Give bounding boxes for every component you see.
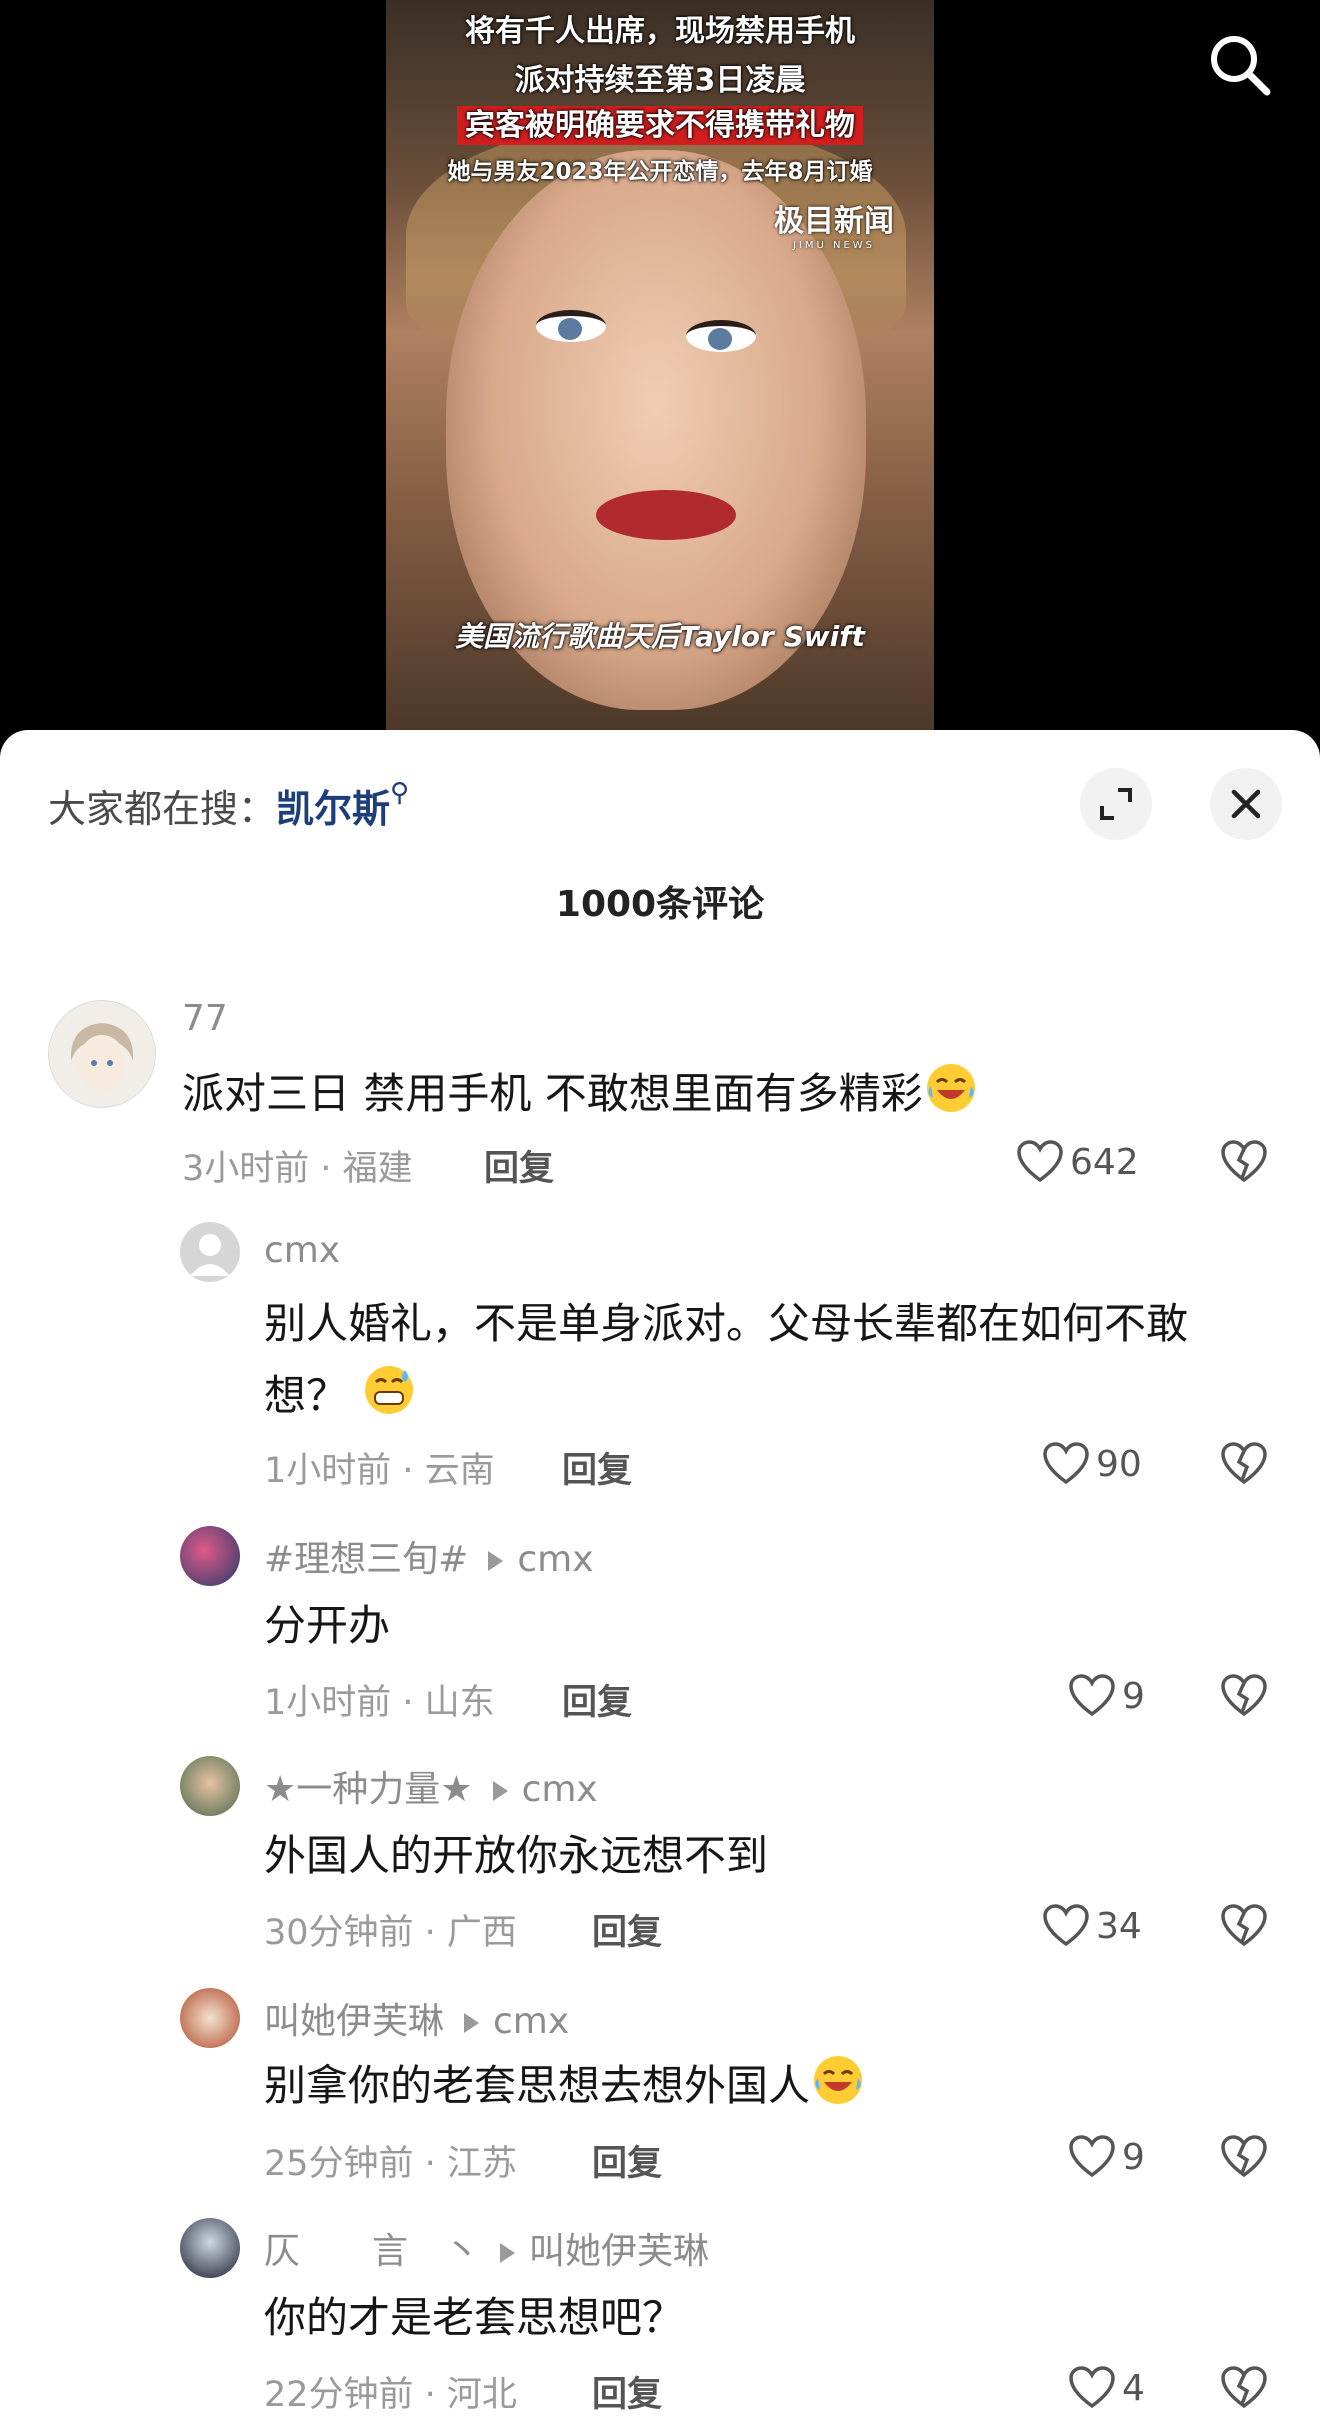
like-button[interactable]: 34 xyxy=(1042,1902,1142,1950)
comment-time-location: 30分钟前 · 广西 xyxy=(264,1913,517,1953)
avatar[interactable] xyxy=(180,1222,240,1282)
comment-text: 分开办 xyxy=(264,1601,391,1650)
close-icon xyxy=(1231,789,1261,819)
heart-icon xyxy=(1043,1904,1089,1947)
comment-sheet: 大家都在搜：凯尔斯⚲ 1000条评论 77 派对三日 禁用手机 不敢想里面有多精… xyxy=(0,730,1320,2433)
video-image-eye xyxy=(536,310,606,342)
expand-icon xyxy=(1100,788,1132,820)
video-image-lips xyxy=(596,490,736,540)
comment-time-location: 1小时前 · 山东 xyxy=(264,1683,495,1723)
comment-count-title: 1000条评论 xyxy=(555,884,765,925)
broken-heart-icon[interactable] xyxy=(1220,1442,1268,1486)
comment-time-location: 3小时前 · 福建 xyxy=(182,1149,413,1189)
like-button[interactable]: 9 xyxy=(1068,2133,1145,2181)
broken-heart-icon[interactable] xyxy=(1220,1904,1268,1948)
avatar[interactable] xyxy=(180,1988,240,2048)
comment-text: 别人婚礼，不是单身派对。父母长辈都在如何不敢想？ xyxy=(264,1288,1254,1432)
avatar[interactable] xyxy=(180,1756,240,1816)
reply-arrow-icon xyxy=(464,2013,480,2033)
reply-to-username[interactable]: cmx xyxy=(517,1539,593,1580)
comment-text: 你的才是老套思想吧？ xyxy=(264,2293,685,2342)
comment-username[interactable]: ★一种力量★ xyxy=(264,1769,473,1810)
comment-time-location: 22分钟前 · 河北 xyxy=(264,2375,517,2415)
default-avatar-icon xyxy=(190,1234,230,1276)
video-overlay-line: 派对持续至第3日凌晨 xyxy=(514,63,806,98)
comment-text-content: 别拿你的老套思想去想外国人 xyxy=(264,2061,811,2110)
like-count: 4 xyxy=(1122,2367,1145,2409)
comment-text: 外国人的开放你永远想不到 xyxy=(264,1831,769,1880)
comment-username[interactable]: 叫她伊芙琳 xyxy=(264,2001,444,2042)
reply-button[interactable]: 回复 xyxy=(562,1674,632,1725)
comment-username[interactable]: #理想三旬# xyxy=(264,1539,468,1580)
like-count: 9 xyxy=(1122,2136,1145,2178)
hot-search-bar[interactable]: 大家都在搜：凯尔斯⚲ xyxy=(48,778,409,833)
laugh-cry-emoji xyxy=(926,1064,975,1112)
avatar[interactable] xyxy=(48,1000,156,1108)
comment-time-location: 25分钟前 · 江苏 xyxy=(264,2144,517,2184)
comment-username[interactable]: 仄 言 丶 xyxy=(264,2231,480,2272)
reply-button[interactable]: 回复 xyxy=(562,1442,632,1493)
comment-username-line: 叫她伊芙琳 cmx xyxy=(264,1992,569,2044)
close-button[interactable] xyxy=(1210,768,1282,840)
video-frame[interactable]: 将有千人出席，现场禁用手机 派对持续至第3日凌晨 宾客被明确要求不得携带礼物 她… xyxy=(386,0,934,740)
broken-heart-icon[interactable] xyxy=(1220,1140,1268,1184)
broken-heart-icon[interactable] xyxy=(1220,2135,1268,2179)
reply-arrow-icon xyxy=(488,1551,504,1571)
video-caption: 美国流行歌曲天后Taylor Swift xyxy=(455,620,865,653)
search-icon[interactable] xyxy=(1205,30,1275,100)
like-button[interactable]: 4 xyxy=(1068,2364,1145,2412)
reply-to-username[interactable]: 叫她伊芙琳 xyxy=(529,2231,709,2272)
reply-button[interactable]: 回复 xyxy=(484,1140,554,1191)
heart-icon xyxy=(1069,2135,1115,2178)
comment-username-line: #理想三旬# cmx xyxy=(264,1530,594,1582)
watermark-text: 极目新闻 xyxy=(774,204,894,239)
video-overlay-highlight: 宾客被明确要求不得携带礼物 xyxy=(457,106,863,145)
video-player[interactable]: 将有千人出席，现场禁用手机 派对持续至第3日凌晨 宾客被明确要求不得携带礼物 她… xyxy=(0,0,1320,740)
laugh-cry-emoji xyxy=(814,2056,863,2104)
hot-search-prefix: 大家都在搜： xyxy=(48,787,277,831)
expand-button[interactable] xyxy=(1080,768,1152,840)
video-image-eye xyxy=(686,320,756,352)
avatar[interactable] xyxy=(180,1526,240,1586)
broken-heart-icon[interactable] xyxy=(1220,1674,1268,1718)
reply-button[interactable]: 回复 xyxy=(592,2135,662,2186)
reply-to-username[interactable]: cmx xyxy=(522,1769,598,1810)
comment-username-line: 仄 言 丶 叫她伊芙琳 xyxy=(264,2222,709,2274)
comment-username-line: ★一种力量★ cmx xyxy=(264,1760,598,1812)
heart-icon xyxy=(1069,2366,1115,2409)
news-watermark: 极目新闻 JIMU NEWS xyxy=(774,196,894,251)
video-overlay-line: 宾客被明确要求不得携带礼物 xyxy=(386,100,934,145)
small-search-icon: ⚲ xyxy=(390,778,410,808)
like-button[interactable]: 90 xyxy=(1042,1440,1142,1488)
reply-arrow-icon xyxy=(500,2243,516,2263)
like-count: 642 xyxy=(1070,1141,1139,1183)
avatar[interactable] xyxy=(180,2218,240,2278)
comment-username[interactable]: cmx xyxy=(264,1230,340,1271)
video-overlay-line: 她与男友2023年公开恋情，去年8月订婚 xyxy=(447,159,873,185)
like-count: 9 xyxy=(1122,1675,1145,1717)
hot-search-keyword[interactable]: 凯尔斯 xyxy=(276,787,390,831)
heart-icon xyxy=(1043,1442,1089,1485)
heart-icon xyxy=(1069,1674,1115,1717)
video-overlay-line: 将有千人出席，现场禁用手机 xyxy=(465,14,855,49)
comment-time-location: 1小时前 · 云南 xyxy=(264,1451,495,1491)
avatar-illustration xyxy=(70,1023,134,1091)
comment-text-content: 派对三日 禁用手机 不敢想里面有多精彩 xyxy=(182,1069,923,1118)
reply-button[interactable]: 回复 xyxy=(592,2366,662,2417)
heart-icon xyxy=(1017,1140,1063,1183)
like-button[interactable]: 642 xyxy=(1016,1138,1139,1186)
like-count: 90 xyxy=(1096,1443,1142,1485)
reply-to-username[interactable]: cmx xyxy=(493,2001,569,2042)
comment-username[interactable]: 77 xyxy=(182,998,228,1039)
watermark-subtext: JIMU NEWS xyxy=(792,240,876,251)
broken-heart-icon[interactable] xyxy=(1220,2366,1268,2410)
like-button[interactable]: 9 xyxy=(1068,1672,1145,1720)
like-count: 34 xyxy=(1096,1905,1142,1947)
reply-arrow-icon xyxy=(492,1781,508,1801)
sweat-smile-emoji xyxy=(365,1366,414,1414)
reply-button[interactable]: 回复 xyxy=(592,1904,662,1955)
comment-text: 派对三日 禁用手机 不敢想里面有多精彩 xyxy=(182,1058,1182,1130)
comment-text: 别拿你的老套思想去想外国人 xyxy=(264,2050,1254,2122)
